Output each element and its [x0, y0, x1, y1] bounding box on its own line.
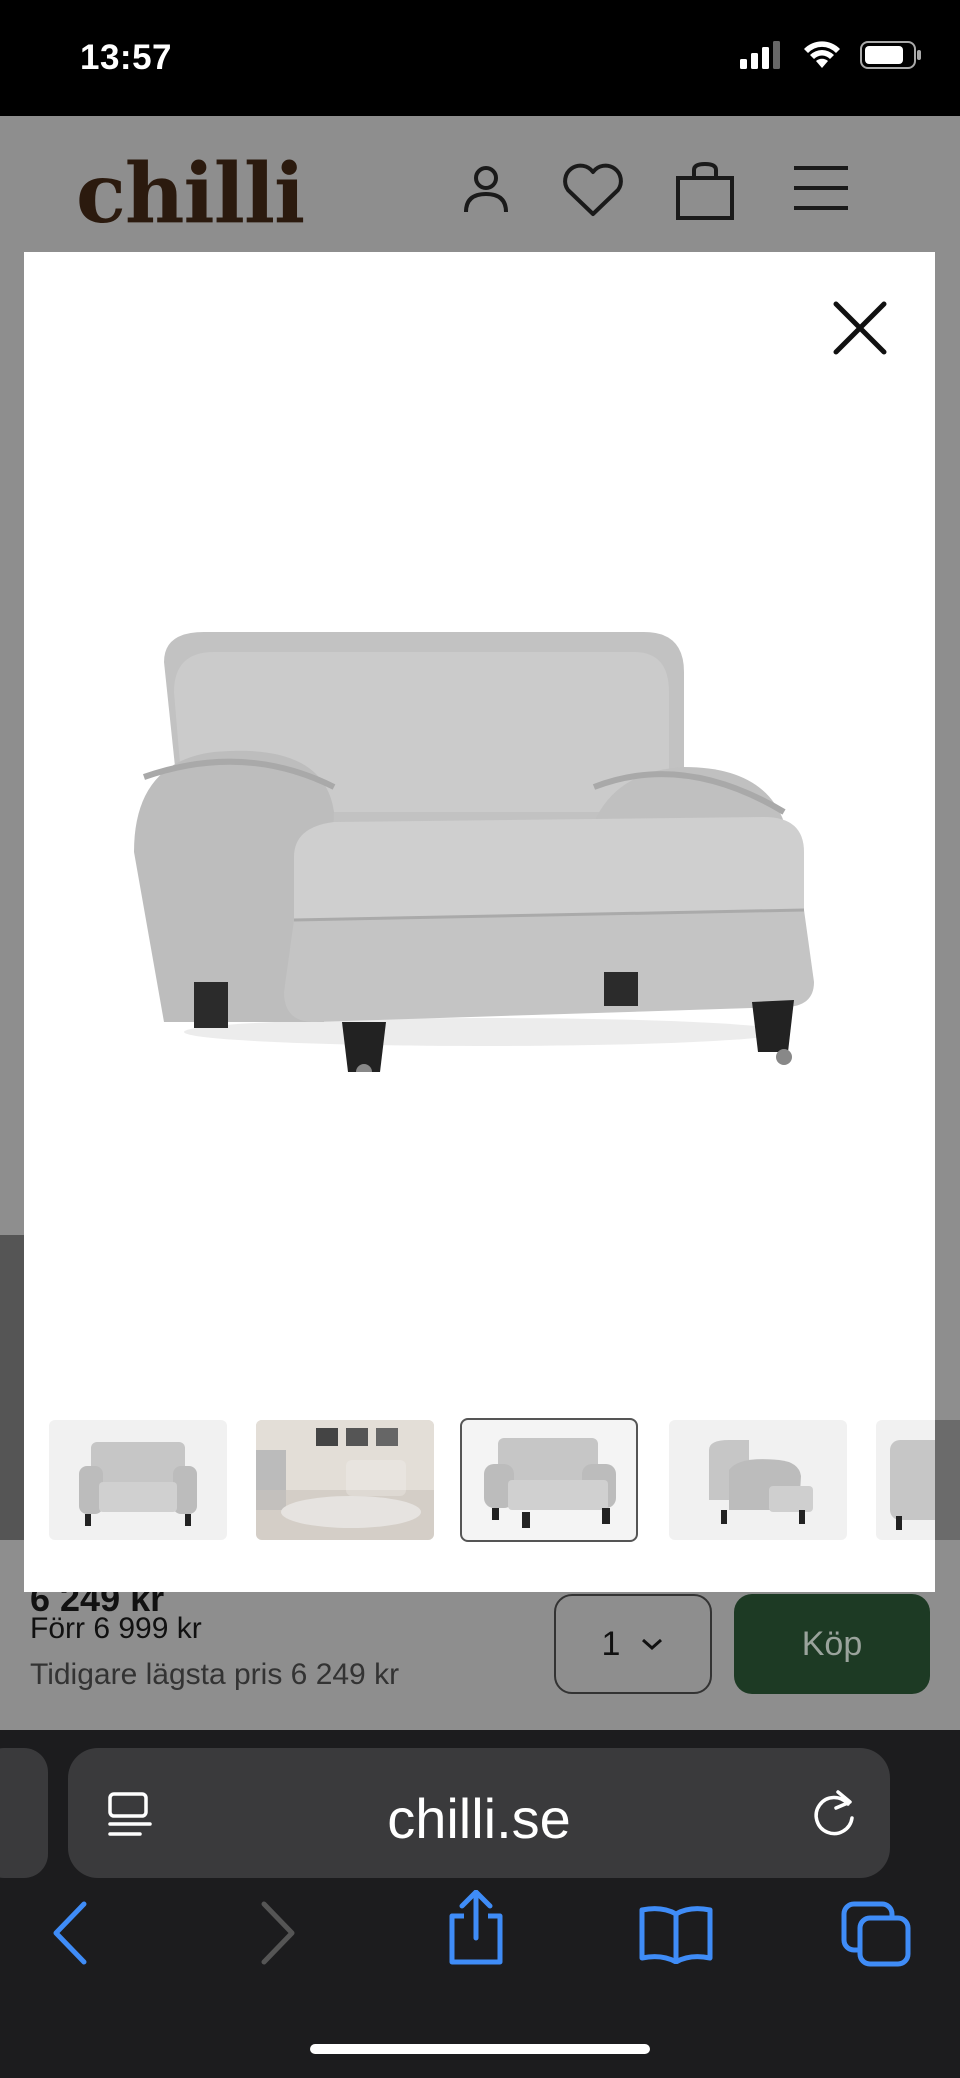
home-indicator [310, 2044, 650, 2054]
close-icon[interactable] [830, 298, 890, 358]
cellular-signal-icon [740, 41, 780, 69]
share-icon[interactable] [446, 1890, 506, 1966]
quantity-value: 1 [601, 1624, 621, 1663]
background-product-image [0, 1235, 24, 1540]
image-gallery-modal [24, 252, 935, 1592]
menu-icon[interactable] [790, 160, 852, 216]
thumbnail-item[interactable] [876, 1420, 935, 1540]
site-header: chilli [0, 116, 960, 252]
chevron-down-icon [642, 1638, 663, 1651]
url-text: chilli.se [387, 1787, 571, 1850]
status-time: 13:57 [80, 38, 173, 77]
lowest-price-note: Tidigare lägsta pris 6 249 kr [30, 1658, 400, 1691]
chilli-logo[interactable]: chilli [76, 146, 305, 242]
armchair-angle-thumbnail [484, 1438, 616, 1528]
living-room-thumbnail [256, 1420, 434, 1540]
armchair-partial-thumbnail [890, 1440, 935, 1530]
previous-price: Förr 6 999 kr [30, 1612, 202, 1645]
thumbnail-item[interactable] [256, 1420, 434, 1540]
thumbnail-strip[interactable] [24, 1416, 935, 1542]
buy-button[interactable]: Köp [734, 1594, 930, 1694]
thumbnail-item[interactable] [49, 1420, 227, 1540]
battery-icon [860, 41, 921, 69]
thumbnail-item[interactable] [669, 1420, 847, 1540]
status-icons [740, 40, 922, 70]
wifi-icon [804, 41, 840, 68]
armchair-front-thumbnail [79, 1442, 197, 1526]
quantity-select[interactable]: 1 [554, 1594, 712, 1694]
forward-icon[interactable] [258, 1900, 298, 1966]
shopping-bag-icon[interactable] [672, 160, 738, 222]
armchair-image [134, 632, 814, 1072]
status-bar: 13:57 [0, 0, 960, 116]
browser-toolbar: chilli.se [0, 1730, 960, 2078]
back-icon[interactable] [50, 1900, 90, 1966]
armchair-side-thumbnail [709, 1440, 813, 1524]
account-icon[interactable] [458, 160, 514, 216]
wishlist-heart-icon[interactable] [560, 160, 626, 220]
address-bar[interactable]: chilli.se [68, 1748, 890, 1878]
purchase-bar: 6 249 kr Förr 6 999 kr Tidigare lägsta p… [0, 1578, 960, 1730]
bookmarks-icon[interactable] [638, 1904, 714, 1964]
tabs-icon[interactable] [840, 1900, 912, 1968]
previous-tab[interactable] [0, 1748, 48, 1878]
background-product-image [934, 1420, 960, 1540]
reload-icon[interactable] [810, 1788, 860, 1840]
thumbnail-item-active[interactable] [460, 1418, 638, 1542]
